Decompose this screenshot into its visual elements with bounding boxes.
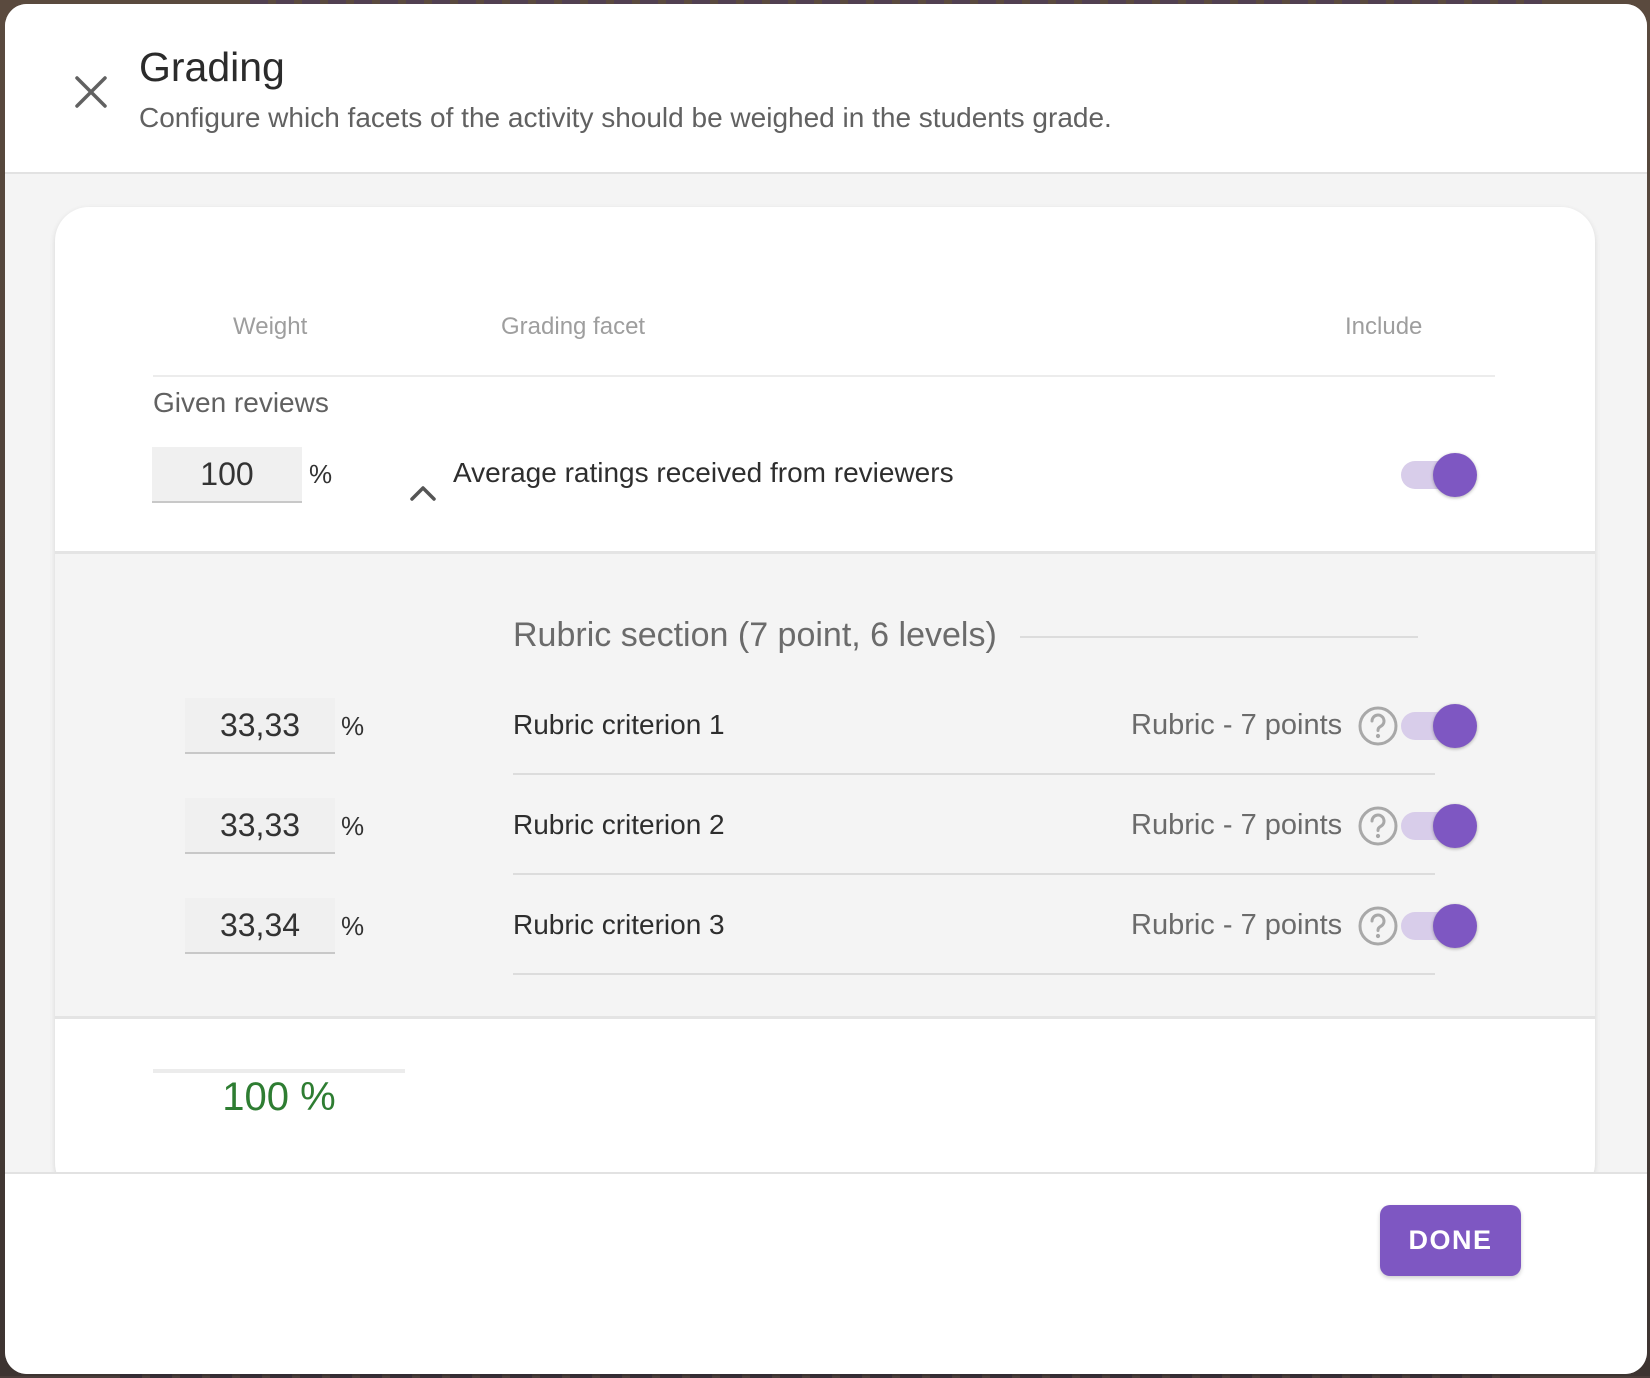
criterion-weight-input[interactable] xyxy=(185,798,335,854)
criterion-divider xyxy=(513,873,1435,875)
criterion-divider xyxy=(513,773,1435,775)
criterion-include-toggle[interactable] xyxy=(1401,804,1477,848)
column-header-weight: Weight xyxy=(233,313,307,341)
criterion-type: Rubric - 7 points xyxy=(1131,909,1342,942)
done-button[interactable]: DONE xyxy=(1380,1205,1521,1276)
column-header-facet: Grading facet xyxy=(501,313,645,341)
percent-sign: % xyxy=(341,811,364,842)
rubric-panel: Rubric section (7 point, 6 levels) % Rub… xyxy=(55,551,1595,1019)
dialog-subtitle: Configure which facets of the activity s… xyxy=(139,102,1112,134)
close-icon xyxy=(74,75,108,109)
percent-sign: % xyxy=(341,711,364,742)
help-circle-icon[interactable] xyxy=(1357,705,1399,747)
group-include-toggle[interactable] xyxy=(1401,453,1477,497)
percent-sign: % xyxy=(309,459,332,490)
criterion-type: Rubric - 7 points xyxy=(1131,809,1342,842)
close-button[interactable] xyxy=(67,68,115,116)
criterion-name: Rubric criterion 3 xyxy=(513,909,725,941)
criterion-weight-input[interactable] xyxy=(185,698,335,754)
dialog-title: Grading xyxy=(139,44,285,91)
criterion-divider xyxy=(513,973,1435,975)
header-divider xyxy=(153,375,1495,377)
section-divider xyxy=(1020,636,1418,638)
column-header-include: Include xyxy=(1345,313,1422,341)
toggle-thumb xyxy=(1433,804,1477,848)
toggle-thumb xyxy=(1433,453,1477,497)
total-divider xyxy=(153,1069,405,1073)
criterion-include-toggle[interactable] xyxy=(1401,704,1477,748)
rubric-section-title: Rubric section (7 point, 6 levels) xyxy=(513,616,997,655)
chevron-up-icon xyxy=(409,483,437,503)
grading-card: Weight Grading facet Include Given revie… xyxy=(55,207,1595,1197)
percent-sign: % xyxy=(341,911,364,942)
dialog-header: Grading Configure which facets of the ac… xyxy=(5,4,1647,174)
toggle-thumb xyxy=(1433,904,1477,948)
group-weight-input[interactable] xyxy=(152,447,302,503)
criterion-name: Rubric criterion 1 xyxy=(513,709,725,741)
group-facet-label: Average ratings received from reviewers xyxy=(453,457,954,489)
criterion-weight-input[interactable] xyxy=(185,898,335,954)
criterion-name: Rubric criterion 2 xyxy=(513,809,725,841)
help-circle-icon[interactable] xyxy=(1357,905,1399,947)
collapse-button[interactable] xyxy=(403,473,443,513)
total-weight: 100 % xyxy=(153,1075,405,1120)
grading-dialog: Grading Configure which facets of the ac… xyxy=(5,4,1647,1374)
help-circle-icon[interactable] xyxy=(1357,805,1399,847)
criterion-include-toggle[interactable] xyxy=(1401,904,1477,948)
toggle-thumb xyxy=(1433,704,1477,748)
criterion-type: Rubric - 7 points xyxy=(1131,709,1342,742)
group-label: Given reviews xyxy=(153,387,329,419)
